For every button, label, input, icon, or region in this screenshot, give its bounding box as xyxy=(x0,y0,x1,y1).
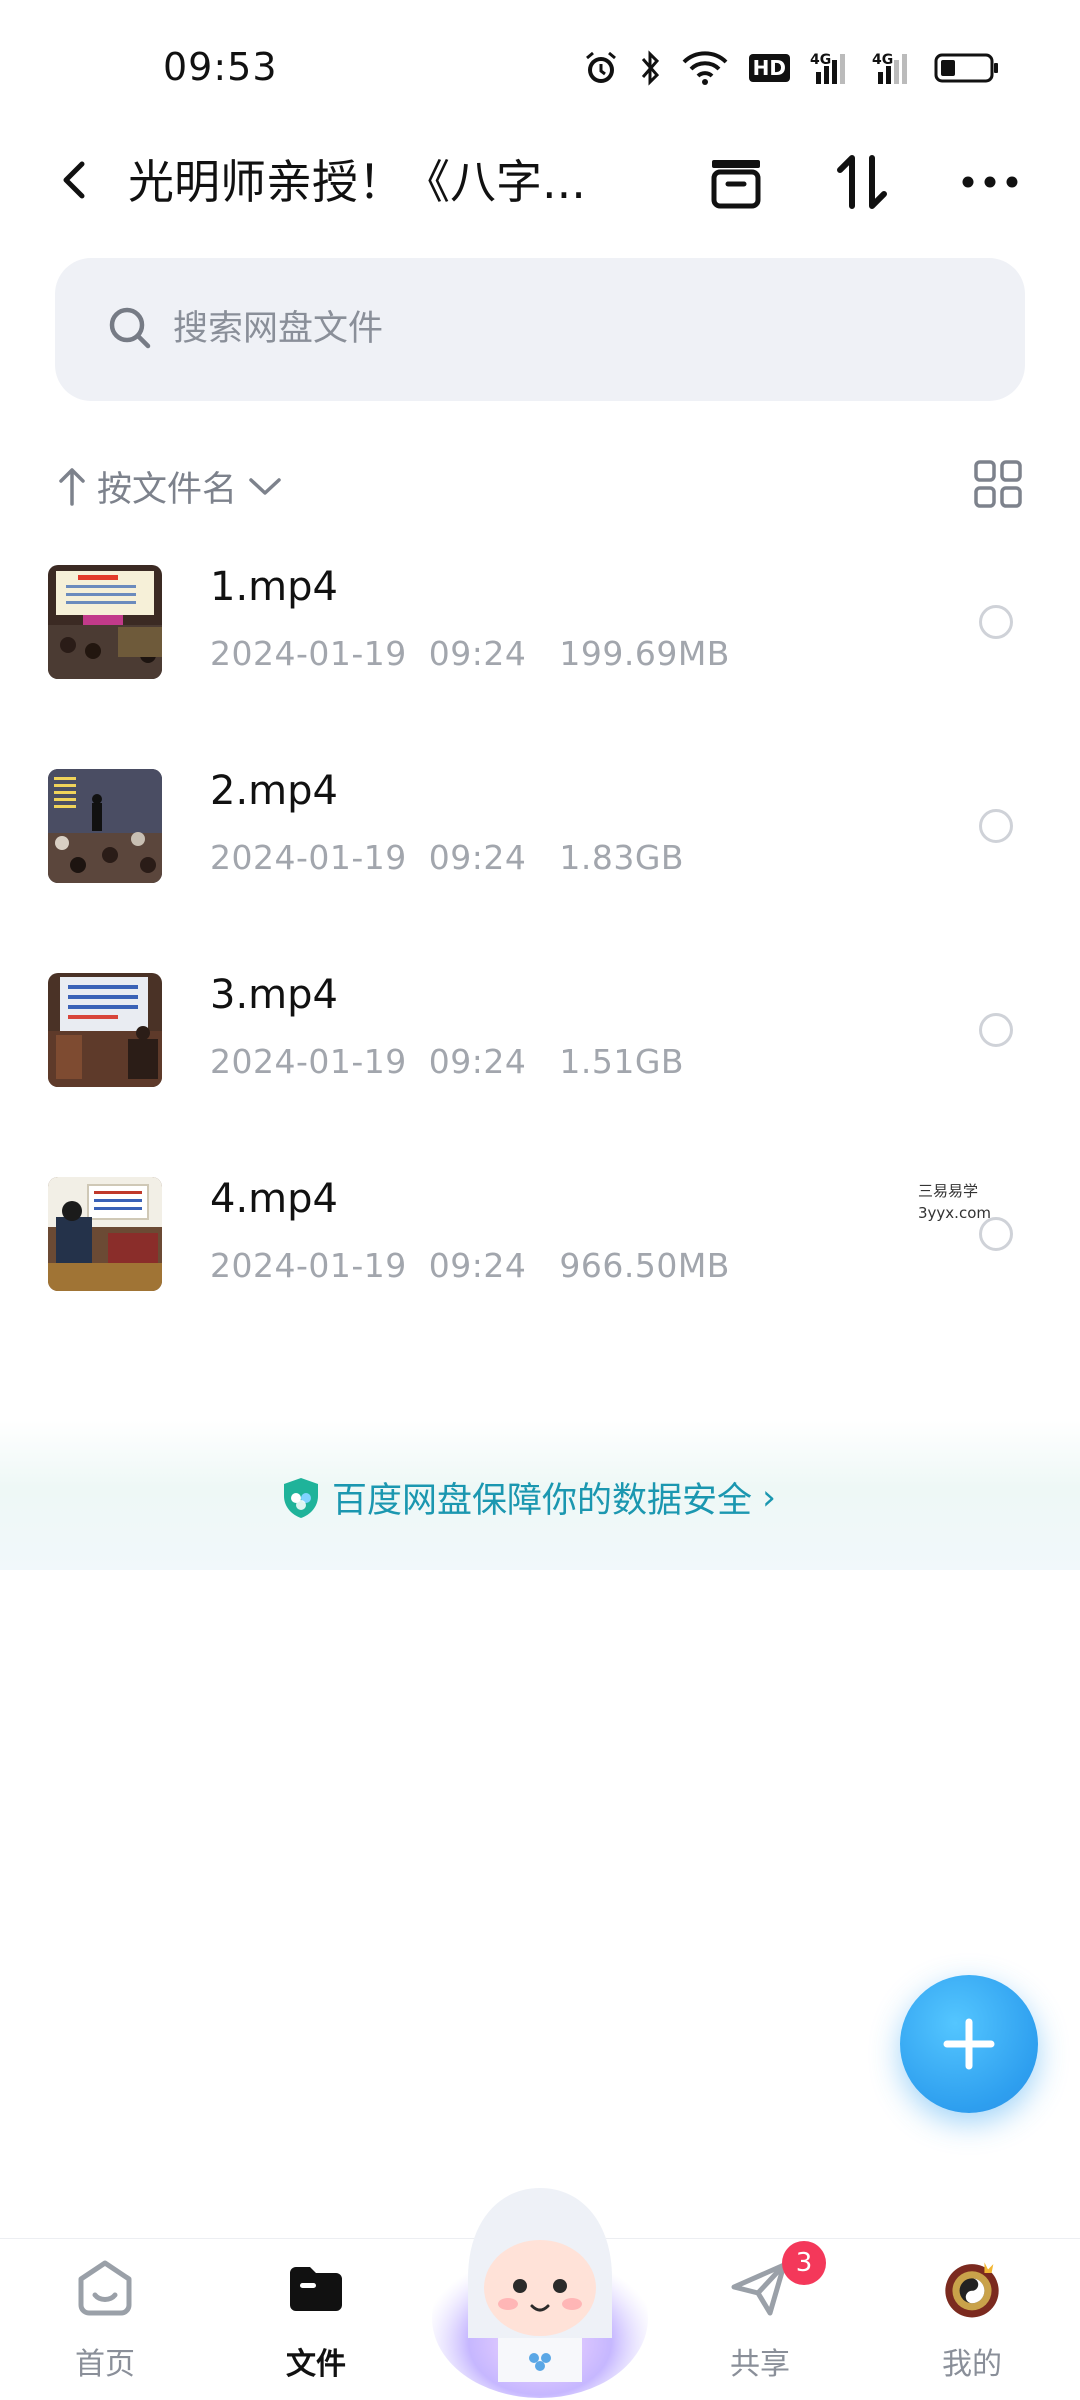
grid-view-button[interactable] xyxy=(972,458,1024,510)
signal-4g-label: 4G xyxy=(872,52,893,68)
tab-mine[interactable]: 我的 xyxy=(882,2239,1062,2400)
tab-label: 共享 xyxy=(730,2347,790,2382)
more-button[interactable] xyxy=(958,150,1022,214)
archive-icon xyxy=(711,160,761,209)
file-meta: 2024-01-19 09:24 1.83GB xyxy=(210,838,684,877)
sort-order-button[interactable] xyxy=(830,150,894,214)
file-name: 4.mp4 xyxy=(210,1176,338,1222)
page-title: 光明师亲授！《八字... xyxy=(128,155,586,209)
tab-home[interactable]: 首页 xyxy=(15,2239,195,2400)
watermark-line2: 3yyx.com xyxy=(918,1204,991,1222)
file-time: 09:24 xyxy=(428,634,527,673)
watermark-line1: 三易易学 xyxy=(918,1182,979,1200)
alarm-icon xyxy=(583,48,619,88)
mascot-icon xyxy=(432,2188,648,2398)
sort-arrows-icon xyxy=(837,155,887,209)
search-icon xyxy=(109,307,151,349)
sort-label: 按文件名 xyxy=(97,469,238,510)
avatar-icon xyxy=(940,2257,1004,2321)
signal-4g-icon: 4G xyxy=(872,48,914,88)
watermark: 三易易学 3yyx.com xyxy=(918,1180,991,1224)
video-thumbnail xyxy=(48,565,162,679)
file-size: 966.50MB xyxy=(559,1246,730,1285)
shield-icon xyxy=(284,1477,318,1518)
wifi-icon xyxy=(681,48,729,88)
select-checkbox[interactable] xyxy=(979,1013,1013,1047)
video-thumbnail xyxy=(48,1177,162,1291)
folder-icon xyxy=(284,2257,348,2321)
grid-view-icon xyxy=(974,460,1022,508)
more-icon xyxy=(962,176,1018,188)
select-checkbox[interactable] xyxy=(979,605,1013,639)
tab-label: 首页 xyxy=(75,2347,135,2382)
status-bar: 09:53 HD 4G 4G xyxy=(0,0,1080,130)
tab-files[interactable]: 文件 xyxy=(226,2239,406,2400)
archive-button[interactable] xyxy=(704,150,768,214)
chevron-right-icon: › xyxy=(762,1477,777,1518)
signal-4g-icon: 4G xyxy=(810,48,852,88)
mascot-button[interactable] xyxy=(428,2168,652,2400)
file-date: 2024-01-19 xyxy=(210,1246,407,1285)
search-input[interactable] xyxy=(173,294,873,364)
file-size: 199.69MB xyxy=(559,634,730,673)
file-time: 09:24 xyxy=(428,838,527,877)
file-time: 09:24 xyxy=(428,1246,527,1285)
file-meta: 2024-01-19 09:24 1.51GB xyxy=(210,1042,684,1081)
file-row[interactable]: 1.mp4 2024-01-19 09:24 199.69MB xyxy=(0,560,1080,764)
arrow-up-icon xyxy=(59,468,85,506)
file-name: 3.mp4 xyxy=(210,972,338,1018)
security-banner: 百度网盘保障你的数据安全 › xyxy=(0,1420,1080,1570)
security-text: 百度网盘保障你的数据安全 xyxy=(332,1481,753,1521)
file-name: 1.mp4 xyxy=(210,564,338,610)
chevron-down-icon xyxy=(249,478,281,495)
status-icons: HD 4G 4G xyxy=(583,48,1000,88)
sort-by-name-button[interactable]: 按文件名 xyxy=(55,456,285,516)
file-date: 2024-01-19 xyxy=(210,1042,407,1081)
add-button[interactable] xyxy=(900,1975,1038,2113)
chevron-left-icon xyxy=(63,161,85,199)
back-button[interactable] xyxy=(48,152,104,208)
header: 光明师亲授！《八字... xyxy=(0,130,1080,230)
file-size: 1.51GB xyxy=(559,1042,685,1081)
file-time: 09:24 xyxy=(428,1042,527,1081)
file-name: 2.mp4 xyxy=(210,768,338,814)
file-row[interactable]: 2.mp4 2024-01-19 09:24 1.83GB xyxy=(0,764,1080,968)
plus-icon xyxy=(943,2018,995,2070)
video-thumbnail xyxy=(48,973,162,1087)
home-icon xyxy=(73,2257,137,2321)
tab-label: 我的 xyxy=(942,2347,1002,2382)
video-thumbnail xyxy=(48,769,162,883)
search-bar[interactable] xyxy=(55,258,1025,401)
file-date: 2024-01-19 xyxy=(210,838,407,877)
file-meta: 2024-01-19 09:24 199.69MB xyxy=(210,634,730,673)
sort-row: 按文件名 xyxy=(0,450,1080,520)
select-checkbox[interactable] xyxy=(979,809,1013,843)
file-meta: 2024-01-19 09:24 966.50MB xyxy=(210,1246,730,1285)
hd-icon: HD xyxy=(748,48,790,88)
status-time: 09:53 xyxy=(163,45,278,89)
file-size: 1.83GB xyxy=(559,838,685,877)
signal-4g-label: 4G xyxy=(810,52,831,68)
tab-share[interactable]: 3 共享 xyxy=(670,2239,850,2400)
file-list: 1.mp4 2024-01-19 09:24 199.69MB 2.mp4 20… xyxy=(0,560,1080,1376)
tab-label: 文件 xyxy=(286,2347,346,2382)
bluetooth-icon xyxy=(639,48,661,88)
file-date: 2024-01-19 xyxy=(210,634,407,673)
battery-icon xyxy=(934,48,1000,88)
security-link[interactable]: 百度网盘保障你的数据安全 › xyxy=(280,1472,776,1523)
notification-badge: 3 xyxy=(782,2241,826,2285)
file-row[interactable]: 3.mp4 2024-01-19 09:24 1.51GB xyxy=(0,968,1080,1172)
